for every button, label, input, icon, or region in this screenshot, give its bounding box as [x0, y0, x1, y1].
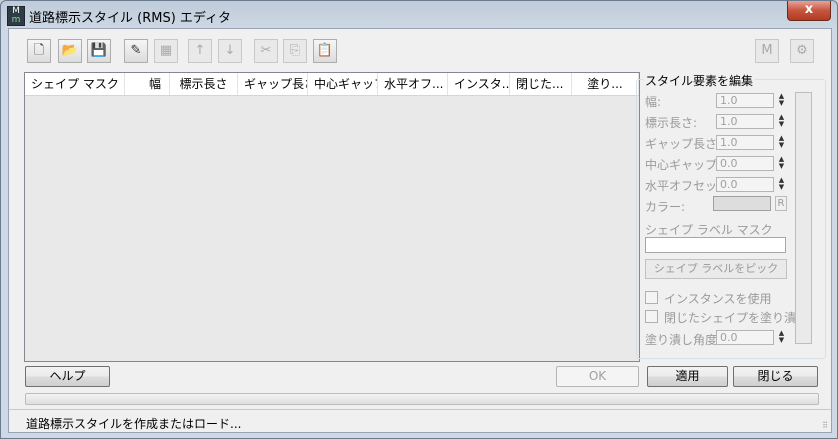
- fill-closed-label: 閉じたシェイプを塗り潰す: [664, 311, 809, 325]
- gap-length-spinner-arrows[interactable]: ▲ ▼: [776, 135, 787, 150]
- mark-length-label: 標示長さ:: [645, 116, 698, 130]
- fill-angle-label: 塗り潰し角度:: [645, 333, 722, 347]
- save-button[interactable]: 💾: [87, 39, 111, 63]
- ok-button[interactable]: OK: [556, 366, 639, 387]
- horizontal-offset-field[interactable]: 0.0: [716, 177, 774, 192]
- move-down-button[interactable]: ↓: [218, 39, 242, 63]
- width-field[interactable]: 1.0: [716, 93, 774, 108]
- app-icon-bottom: m: [11, 15, 21, 25]
- copy-icon: ⎘: [289, 43, 301, 58]
- resize-grip-icon[interactable]: ⠿: [822, 421, 828, 430]
- shape-label-mask-label: シェイプ ラベル マスク: [645, 223, 773, 237]
- paste-button[interactable]: 📋: [313, 39, 337, 63]
- settings-button[interactable]: ⚙: [790, 39, 814, 63]
- apply-button[interactable]: 適用: [647, 366, 728, 387]
- group-title: スタイル要素を編集: [643, 72, 756, 89]
- mark-length-field[interactable]: 1.0: [716, 114, 774, 129]
- cut-button[interactable]: ✂: [254, 39, 278, 63]
- color-reset-button[interactable]: R: [775, 196, 787, 211]
- delete-item-button[interactable]: ▦: [154, 39, 178, 63]
- fill-angle-field[interactable]: 0.0: [716, 330, 774, 345]
- style-element-list[interactable]: シェイプ マスク 幅 標示長さ ギャップ長さ 中心ギャップ 水平オフ... イン…: [24, 72, 640, 362]
- title-bar[interactable]: M m 道路標示スタイル (RMS) エディタ x: [1, 1, 837, 29]
- close-button[interactable]: 閉じる: [733, 366, 818, 387]
- move-down-icon: ↓: [224, 43, 236, 58]
- save-icon: 💾: [90, 43, 108, 58]
- new-button[interactable]: 🗋: [27, 39, 51, 63]
- column-header-gap-length[interactable]: ギャップ長さ: [238, 73, 308, 95]
- use-instance-label: インスタンスを使用: [664, 292, 772, 306]
- center-gap-label: 中心ギャップ:: [645, 158, 722, 172]
- mark-length-spinner-arrows[interactable]: ▲ ▼: [776, 114, 787, 129]
- move-up-button[interactable]: ↑: [188, 39, 212, 63]
- window-title: 道路標示スタイル (RMS) エディタ: [29, 11, 231, 26]
- vertical-scrollbar[interactable]: [795, 92, 812, 344]
- column-header-shape-mask[interactable]: シェイプ マスク: [25, 73, 125, 95]
- copy-button[interactable]: ⎘: [283, 39, 307, 63]
- pick-shape-label-button[interactable]: シェイプ ラベルをピック: [645, 259, 787, 279]
- m-button[interactable]: M: [755, 39, 779, 63]
- column-header-fill[interactable]: 塗り...: [572, 73, 639, 95]
- close-window-button[interactable]: x: [787, 1, 831, 21]
- center-gap-spinner-arrows[interactable]: ▲ ▼: [776, 156, 787, 171]
- delete-item-icon: ▦: [159, 43, 173, 58]
- width-spinner-arrows[interactable]: ▲ ▼: [776, 93, 787, 108]
- cut-icon: ✂: [260, 43, 272, 58]
- dialog-client: 🗋 📂 💾 ✎ ▦ ↑ ↓ ✂ ⎘ 📋 M ⚙ シェイプ マスク 幅 標示長さ …: [8, 28, 832, 433]
- add-item-button[interactable]: ✎: [124, 39, 148, 63]
- list-header: シェイプ マスク 幅 標示長さ ギャップ長さ 中心ギャップ 水平オフ... イン…: [25, 73, 639, 96]
- progress-bar: [25, 393, 819, 405]
- column-header-horizontal-offset[interactable]: 水平オフ...: [378, 73, 448, 95]
- use-instance-checkbox[interactable]: [645, 291, 658, 304]
- column-header-closed[interactable]: 閉じた...: [510, 73, 572, 95]
- paste-icon: 📋: [316, 43, 334, 58]
- width-label: 幅:: [645, 95, 662, 109]
- column-header-instance[interactable]: インスタ...: [448, 73, 510, 95]
- app-icon: M m: [7, 6, 25, 26]
- fill-angle-spinner-arrows[interactable]: ▲ ▼: [776, 330, 787, 345]
- center-gap-field[interactable]: 0.0: [716, 156, 774, 171]
- color-label: カラー:: [645, 200, 686, 214]
- shape-label-mask-input[interactable]: [645, 237, 786, 253]
- gap-length-label: ギャップ長さ:: [645, 137, 722, 151]
- gap-length-field[interactable]: 1.0: [716, 135, 774, 150]
- open-folder-icon: 📂: [61, 43, 79, 58]
- status-text: 道路標示スタイルを作成またはロード...: [26, 417, 242, 431]
- move-up-icon: ↑: [194, 43, 206, 58]
- fill-closed-checkbox-row[interactable]: 閉じたシェイプを塗り潰す: [645, 309, 808, 326]
- use-instance-checkbox-row[interactable]: インスタンスを使用: [645, 290, 772, 307]
- status-divider: [9, 409, 831, 410]
- help-button[interactable]: ヘルプ: [25, 366, 110, 387]
- rms-editor-window: M m 道路標示スタイル (RMS) エディタ x 🗋 📂 💾 ✎ ▦ ↑ ↓ …: [0, 0, 838, 439]
- column-header-center-gap[interactable]: 中心ギャップ: [308, 73, 378, 95]
- color-swatch[interactable]: [713, 196, 771, 211]
- column-header-width[interactable]: 幅: [125, 73, 170, 95]
- column-header-mark-length[interactable]: 標示長さ: [170, 73, 238, 95]
- open-button[interactable]: 📂: [58, 39, 82, 63]
- add-item-icon: ✎: [130, 43, 142, 58]
- new-icon: 🗋: [33, 43, 45, 58]
- settings-icon: ⚙: [796, 43, 808, 58]
- fill-closed-checkbox[interactable]: [645, 310, 658, 323]
- horizontal-offset-spinner-arrows[interactable]: ▲ ▼: [776, 177, 787, 192]
